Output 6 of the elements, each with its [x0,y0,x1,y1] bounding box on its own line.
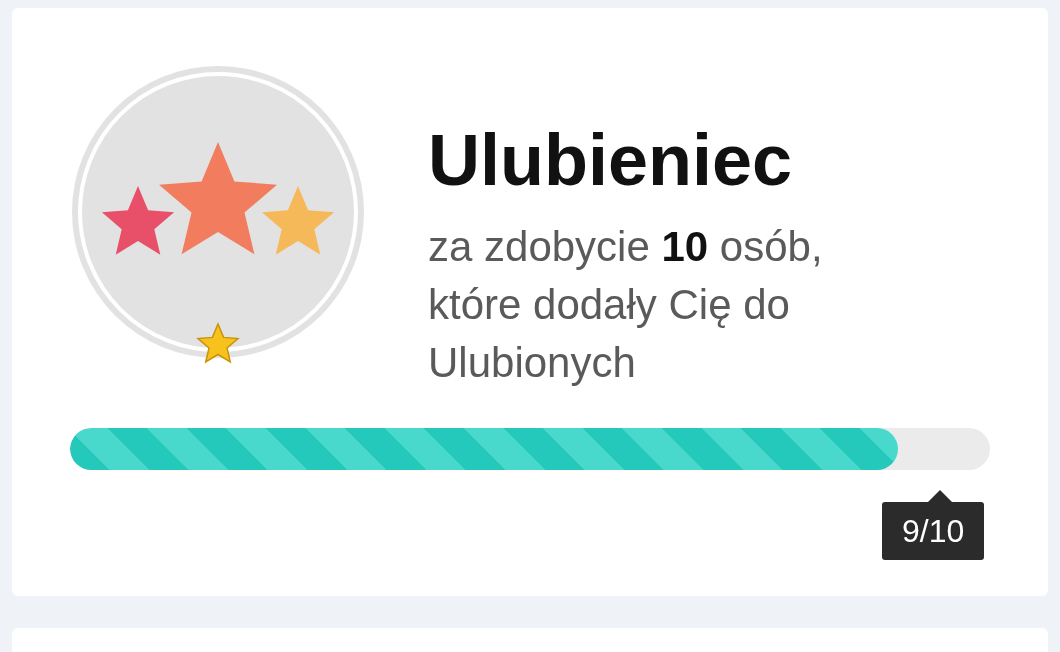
star-icon [196,322,240,366]
stars-badge-icon [70,64,366,360]
progress-tooltip: 9/10 [882,502,985,560]
tooltip-arrow-icon [928,490,952,502]
badge-description: za zdobycie 10 osób, które dodały Cię do Ulubionych [428,222,824,388]
badge-title: Ulubieniec [428,124,794,196]
